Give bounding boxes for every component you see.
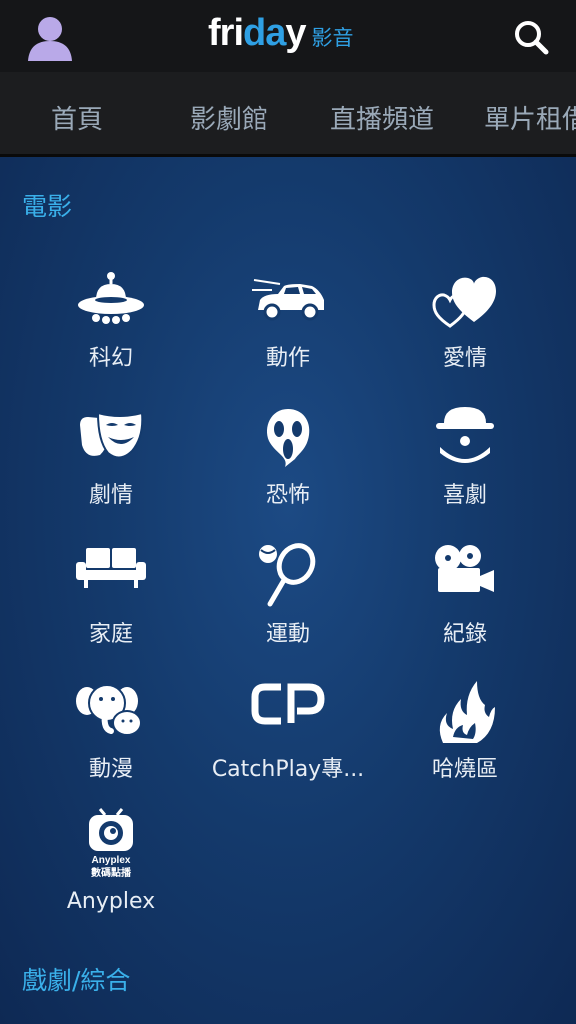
- genre-horror[interactable]: 恐怖: [192, 407, 384, 537]
- theater-masks-icon: [80, 411, 144, 459]
- ufo-icon: [78, 272, 144, 324]
- genre-scifi[interactable]: 科幻: [15, 272, 207, 402]
- genre-label: 科幻: [88, 346, 133, 371]
- tab-live-channels[interactable]: 直播頻道: [330, 99, 434, 136]
- genre-label: 動作: [265, 346, 310, 371]
- search-icon[interactable]: [512, 18, 550, 56]
- genre-label: 紀錄: [442, 622, 487, 647]
- sofa-icon: [76, 548, 146, 588]
- car-icon: [252, 279, 324, 321]
- clown-icon: [436, 407, 494, 463]
- main-tabs: 首頁 影劇館 直播頻道 單片租借: [0, 72, 576, 157]
- flame-icon: [439, 681, 495, 743]
- app-logo: friday 影音: [208, 12, 354, 58]
- genre-label: Anyplex: [66, 889, 156, 914]
- section-title-movies[interactable]: 電影: [22, 187, 72, 223]
- genre-label: 喜劇: [442, 483, 487, 508]
- logo-wordmark: friday: [208, 12, 306, 54]
- top-bar: friday 影音: [0, 0, 576, 72]
- genre-anyplex[interactable]: Anyplex 數碼點播 Anyplex: [15, 807, 207, 937]
- genre-comedy[interactable]: 喜劇: [369, 407, 561, 537]
- genre-label: CatchPlay專...: [211, 757, 365, 782]
- genre-documentary[interactable]: 紀錄: [369, 542, 561, 672]
- genre-romance[interactable]: 愛情: [369, 272, 561, 402]
- anyplex-badge-line1: Anyplex: [92, 855, 131, 866]
- genre-label: 恐怖: [265, 483, 310, 508]
- hearts-icon: [432, 276, 496, 328]
- genre-label: 劇情: [88, 483, 133, 508]
- catchplay-logo-icon: [251, 683, 325, 725]
- tennis-icon: [259, 543, 316, 607]
- genre-label: 動漫: [88, 757, 133, 782]
- genre-label: 愛情: [442, 346, 487, 371]
- tab-drama-hall[interactable]: 影劇館: [190, 99, 268, 136]
- logo-subtitle: 影音: [311, 26, 354, 50]
- genre-catchplay[interactable]: CatchPlay專...: [192, 679, 384, 809]
- genre-drama[interactable]: 劇情: [15, 407, 207, 537]
- genre-label: 哈燒區: [431, 757, 498, 782]
- anyplex-badge-line2: 數碼點播: [91, 866, 132, 879]
- movie-camera-icon: [435, 545, 494, 592]
- section-title-drama[interactable]: 戲劇/綜合: [22, 961, 130, 997]
- genre-sports[interactable]: 運動: [192, 542, 384, 672]
- genre-family[interactable]: 家庭: [15, 542, 207, 672]
- genre-anime[interactable]: 動漫: [15, 679, 207, 809]
- content-area: 電影 科幻 動作 愛情 劇情 恐怖 喜劇 家庭 運動 紀錄 動漫 CatchPl…: [0, 157, 576, 1024]
- genre-action[interactable]: 動作: [192, 272, 384, 402]
- tab-rental[interactable]: 單片租借: [484, 99, 576, 136]
- user-avatar-icon[interactable]: [27, 13, 73, 61]
- genre-hot-zone[interactable]: 哈燒區: [369, 679, 561, 809]
- genre-label: 家庭: [88, 622, 133, 647]
- scream-mask-icon: [267, 409, 310, 467]
- tab-home[interactable]: 首頁: [51, 99, 103, 136]
- elephant-icon: [76, 684, 142, 736]
- anyplex-logo-icon: Anyplex 數碼點播: [89, 808, 133, 879]
- genre-label: 運動: [265, 622, 310, 647]
